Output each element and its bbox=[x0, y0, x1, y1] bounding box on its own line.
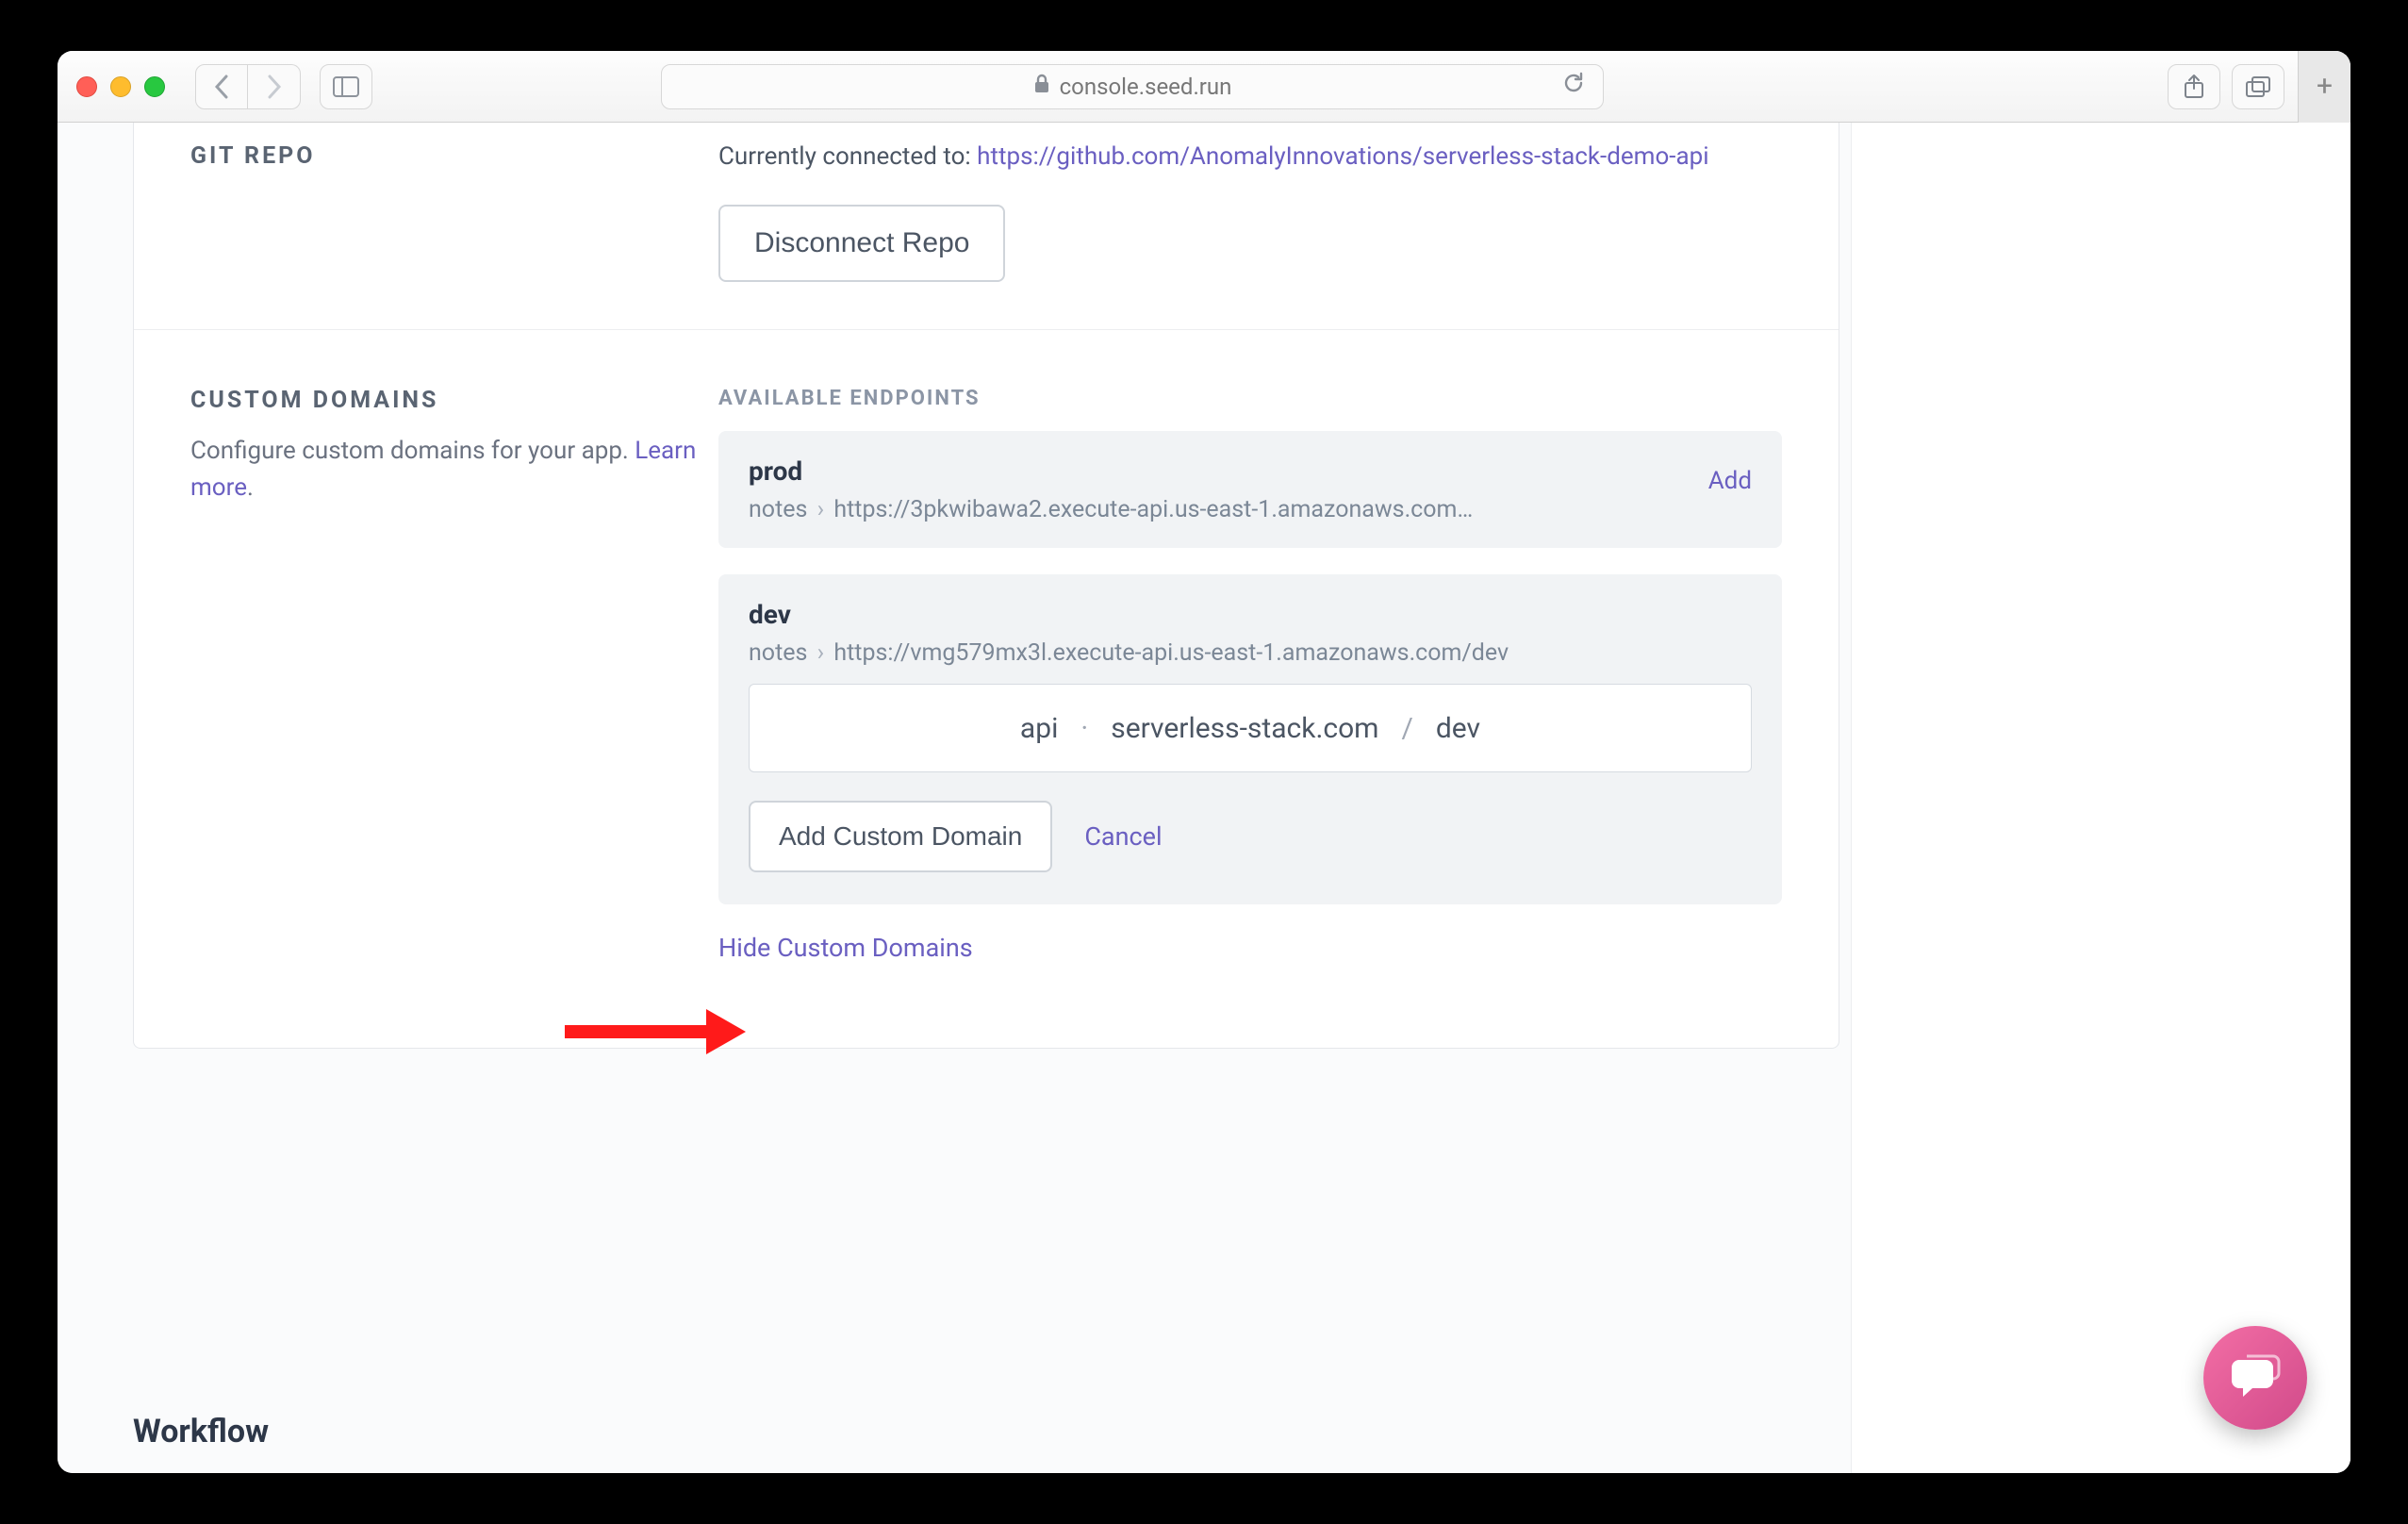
back-button[interactable] bbox=[195, 64, 248, 109]
subdomain-field[interactable]: api bbox=[1020, 712, 1058, 745]
maximize-window-icon[interactable] bbox=[144, 76, 165, 97]
domain-form-actions: Add Custom Domain Cancel bbox=[749, 801, 1752, 872]
custom-domains-section: CUSTOM DOMAINS Configure custom domains … bbox=[134, 329, 1839, 1010]
dot-separator: · bbox=[1080, 712, 1088, 745]
chevron-right-icon: › bbox=[817, 496, 831, 523]
tabs-button[interactable] bbox=[2232, 64, 2284, 109]
custom-domains-description: Configure custom domains for your app. L… bbox=[190, 433, 718, 506]
endpoint-service: notes bbox=[749, 496, 807, 523]
git-repo-heading: GIT REPO bbox=[190, 142, 718, 170]
repo-link[interactable]: https://github.com/AnomalyInnovations/se… bbox=[977, 142, 1708, 171]
endpoint-name: dev bbox=[749, 599, 1752, 630]
available-endpoints-heading: AVAILABLE ENDPOINTS bbox=[718, 387, 1782, 410]
share-button[interactable] bbox=[2168, 64, 2220, 109]
url-text: console.seed.run bbox=[1060, 74, 1232, 100]
git-repo-section: GIT REPO Currently connected to: https:/… bbox=[134, 123, 1839, 329]
endpoint-service: notes bbox=[749, 639, 807, 667]
new-tab-button[interactable]: + bbox=[2298, 51, 2350, 123]
settings-card: GIT REPO Currently connected to: https:/… bbox=[133, 123, 1839, 1049]
description-text: Configure custom domains for your app. bbox=[190, 437, 635, 465]
endpoint-url-row: notes › https://vmg579mx3l.execute-api.u… bbox=[749, 639, 1752, 667]
address-bar[interactable]: console.seed.run bbox=[661, 64, 1604, 109]
path-field[interactable]: dev bbox=[1436, 712, 1480, 745]
chat-icon bbox=[2230, 1354, 2281, 1401]
add-custom-domain-button[interactable]: Add Custom Domain bbox=[749, 801, 1052, 872]
titlebar: console.seed.run + bbox=[58, 51, 2350, 123]
endpoint-url: https://3pkwibawa2.execute-api.us-east-1… bbox=[833, 496, 1473, 523]
lock-icon bbox=[1033, 74, 1050, 100]
custom-domain-input[interactable]: api · serverless-stack.com / dev bbox=[749, 684, 1752, 772]
chat-fab-button[interactable] bbox=[2203, 1326, 2307, 1430]
minimize-window-icon[interactable] bbox=[110, 76, 131, 97]
reload-icon[interactable] bbox=[1561, 71, 1586, 102]
connected-label: Currently connected to: bbox=[718, 142, 977, 171]
sidebar-toggle-button[interactable] bbox=[320, 64, 372, 109]
endpoint-name: prod bbox=[749, 456, 1752, 487]
cancel-link[interactable]: Cancel bbox=[1084, 821, 1162, 852]
forward-button[interactable] bbox=[248, 64, 301, 109]
slash-separator: / bbox=[1402, 712, 1413, 745]
close-window-icon[interactable] bbox=[76, 76, 97, 97]
hide-custom-domains-link[interactable]: Hide Custom Domains bbox=[718, 933, 1782, 963]
disconnect-repo-button[interactable]: Disconnect Repo bbox=[718, 205, 1005, 282]
endpoint-dev: dev notes › https://vmg579mx3l.execute-a… bbox=[718, 574, 1782, 904]
custom-domains-heading: CUSTOM DOMAINS bbox=[190, 387, 718, 414]
right-sidebar bbox=[1851, 123, 2350, 1473]
chevron-right-icon: › bbox=[817, 639, 831, 667]
endpoint-prod: prod notes › https://3pkwibawa2.execute-… bbox=[718, 431, 1782, 548]
arrow-head-icon bbox=[706, 1009, 746, 1054]
nav-buttons bbox=[195, 64, 301, 109]
endpoint-url-row: notes › https://3pkwibawa2.execute-api.u… bbox=[749, 496, 1752, 523]
toolbar-right bbox=[2168, 64, 2284, 109]
domain-field[interactable]: serverless-stack.com bbox=[1111, 712, 1378, 745]
browser-window: console.seed.run + GIT REPO bbox=[58, 51, 2350, 1473]
annotation-arrow bbox=[565, 1009, 746, 1054]
page-content: GIT REPO Currently connected to: https:/… bbox=[58, 123, 2350, 1473]
period: . bbox=[247, 473, 254, 502]
window-controls bbox=[76, 76, 165, 97]
arrow-line bbox=[565, 1025, 706, 1038]
workflow-heading: Workflow bbox=[133, 1413, 269, 1450]
endpoint-add-link[interactable]: Add bbox=[1708, 467, 1752, 495]
endpoint-url: https://vmg579mx3l.execute-api.us-east-1… bbox=[833, 639, 1509, 667]
git-connected-text: Currently connected to: https://github.c… bbox=[718, 142, 1782, 171]
